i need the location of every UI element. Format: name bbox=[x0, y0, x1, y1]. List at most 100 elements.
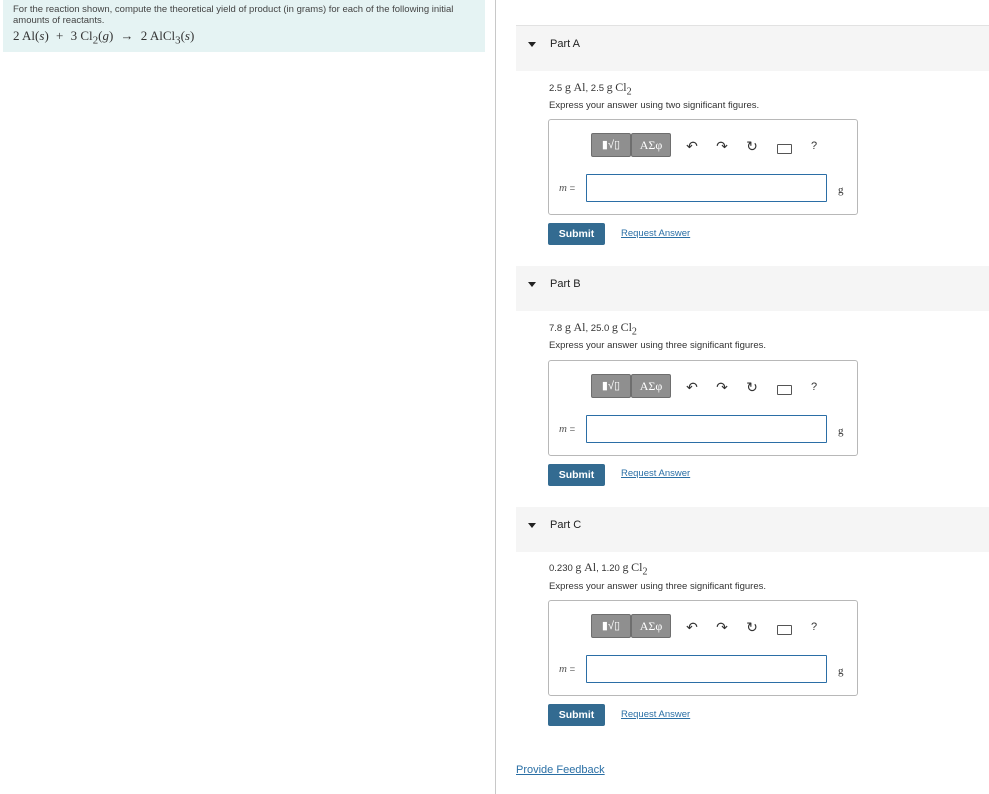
template-icon[interactable]: ▮√▯ bbox=[591, 374, 631, 398]
unit: g bbox=[611, 320, 618, 334]
subscript: 2 bbox=[626, 86, 632, 98]
part-b-header[interactable]: Part B bbox=[516, 266, 989, 311]
variable-symbol: m bbox=[559, 423, 567, 435]
equals-sign: = bbox=[569, 664, 576, 675]
state: g bbox=[102, 28, 109, 43]
species: Al bbox=[573, 80, 586, 94]
caret-down-icon[interactable] bbox=[528, 282, 536, 287]
unit: g bbox=[622, 560, 629, 574]
species: Cl2 bbox=[620, 320, 637, 338]
species: Cl2 bbox=[631, 560, 648, 578]
subscript: 2 bbox=[642, 566, 648, 578]
coefficient: 2 bbox=[13, 28, 20, 43]
greek-symbols-icon[interactable]: ΑΣφ bbox=[631, 133, 671, 157]
redo-icon[interactable]: ↷ bbox=[713, 137, 731, 155]
part-a-header[interactable]: Part A bbox=[516, 26, 989, 71]
submit-button[interactable]: Submit bbox=[548, 704, 605, 726]
variable-label: m = bbox=[559, 663, 575, 675]
given-amounts: 7.8 g Al, 25.0 g Cl2 bbox=[549, 320, 637, 338]
caret-down-icon[interactable] bbox=[528, 42, 536, 47]
state: s bbox=[184, 28, 190, 43]
variable-label: m = bbox=[559, 423, 575, 435]
right-pane: Part A 2.5 g Al, 2.5 g Cl2 Express your … bbox=[496, 0, 989, 794]
reset-icon[interactable]: ↻ bbox=[743, 378, 761, 396]
species-symbol: Cl bbox=[631, 560, 643, 574]
variable-symbol: m bbox=[559, 663, 567, 675]
answer-input[interactable] bbox=[586, 415, 827, 443]
subscript: 3 bbox=[175, 34, 181, 47]
undo-icon[interactable]: ↶ bbox=[683, 137, 701, 155]
amount: 2.5 bbox=[590, 83, 604, 94]
keyboard-glyph bbox=[776, 625, 792, 635]
reaction-equation: 2 Al(s) + 3 Cl2(g) → 2 AlCl3(s) bbox=[13, 28, 195, 47]
request-answer-link[interactable]: Request Answer bbox=[621, 228, 690, 239]
template-icon[interactable]: ▮√▯ bbox=[591, 133, 631, 157]
species: Al bbox=[573, 320, 586, 334]
answer-box: ▮√▯ ΑΣφ ↶ ↷ ↻ ? m = g bbox=[548, 600, 858, 696]
variable-symbol: m bbox=[559, 182, 567, 194]
formula: Al bbox=[22, 28, 36, 43]
help-icon[interactable]: ? bbox=[805, 618, 823, 636]
unit-label: g bbox=[838, 184, 844, 196]
amount: 2.5 bbox=[549, 83, 563, 94]
subscript: 2 bbox=[631, 326, 637, 338]
keyboard-icon[interactable] bbox=[775, 137, 793, 155]
instruction: Express your answer using two significan… bbox=[549, 100, 760, 111]
given-amounts: 2.5 g Al, 2.5 g Cl2 bbox=[549, 80, 632, 98]
reset-icon[interactable]: ↻ bbox=[743, 137, 761, 155]
submit-button[interactable]: Submit bbox=[548, 223, 605, 245]
subscript: 2 bbox=[92, 34, 99, 47]
formula: AlCl bbox=[149, 28, 176, 43]
help-icon[interactable]: ? bbox=[805, 137, 823, 155]
keyboard-glyph bbox=[776, 144, 792, 154]
unit-label: g bbox=[838, 425, 844, 437]
request-answer-link[interactable]: Request Answer bbox=[621, 709, 690, 720]
unit: g bbox=[575, 560, 582, 574]
unit: g bbox=[564, 320, 571, 334]
amount: 0.230 bbox=[549, 563, 573, 574]
answer-input[interactable] bbox=[586, 655, 827, 683]
answer-input[interactable] bbox=[586, 174, 827, 202]
keyboard-icon[interactable] bbox=[775, 378, 793, 396]
equals-sign: = bbox=[569, 183, 576, 194]
left-pane: For the reaction shown, compute the theo… bbox=[0, 0, 496, 794]
undo-icon[interactable]: ↶ bbox=[683, 618, 701, 636]
amount: 7.8 bbox=[549, 323, 563, 334]
request-answer-link[interactable]: Request Answer bbox=[621, 468, 690, 479]
variable-label: m = bbox=[559, 182, 575, 194]
amount: 25.0 bbox=[590, 323, 610, 334]
state: s bbox=[39, 28, 45, 43]
species-symbol: Cl bbox=[615, 80, 627, 94]
greek-symbols-icon[interactable]: ΑΣφ bbox=[631, 374, 671, 398]
part-title: Part C bbox=[550, 519, 582, 531]
help-icon[interactable]: ? bbox=[805, 378, 823, 396]
submit-button[interactable]: Submit bbox=[548, 464, 605, 486]
provide-feedback-link[interactable]: Provide Feedback bbox=[516, 764, 605, 776]
answer-box: ▮√▯ ΑΣφ ↶ ↷ ↻ ? m = g bbox=[548, 360, 858, 456]
greek-symbols-icon[interactable]: ΑΣφ bbox=[631, 614, 671, 638]
species: Al bbox=[584, 560, 597, 574]
coefficient: 2 bbox=[140, 28, 148, 43]
amount: 1.20 bbox=[601, 563, 620, 574]
problem-text: For the reaction shown, compute the theo… bbox=[13, 4, 454, 26]
keyboard-glyph bbox=[776, 385, 792, 395]
redo-icon[interactable]: ↷ bbox=[713, 378, 731, 396]
species-symbol: Cl bbox=[620, 320, 632, 334]
unit: g bbox=[606, 80, 613, 94]
reset-icon[interactable]: ↻ bbox=[743, 618, 761, 636]
keyboard-icon[interactable] bbox=[775, 618, 793, 636]
given-amounts: 0.230 g Al, 1.20 g Cl2 bbox=[549, 560, 648, 578]
instruction: Express your answer using three signific… bbox=[549, 581, 767, 592]
species: Cl2 bbox=[615, 80, 632, 98]
part-title: Part A bbox=[550, 38, 580, 50]
equals-sign: = bbox=[569, 424, 576, 435]
reaction-arrow: → bbox=[120, 28, 134, 43]
redo-icon[interactable]: ↷ bbox=[713, 618, 731, 636]
template-icon[interactable]: ▮√▯ bbox=[591, 614, 631, 638]
formula: Cl bbox=[80, 28, 93, 43]
part-c-header[interactable]: Part C bbox=[516, 507, 989, 552]
undo-icon[interactable]: ↶ bbox=[683, 378, 701, 396]
caret-down-icon[interactable] bbox=[528, 523, 536, 528]
plus-sign: + bbox=[56, 28, 64, 43]
coefficient: 3 bbox=[70, 28, 78, 43]
